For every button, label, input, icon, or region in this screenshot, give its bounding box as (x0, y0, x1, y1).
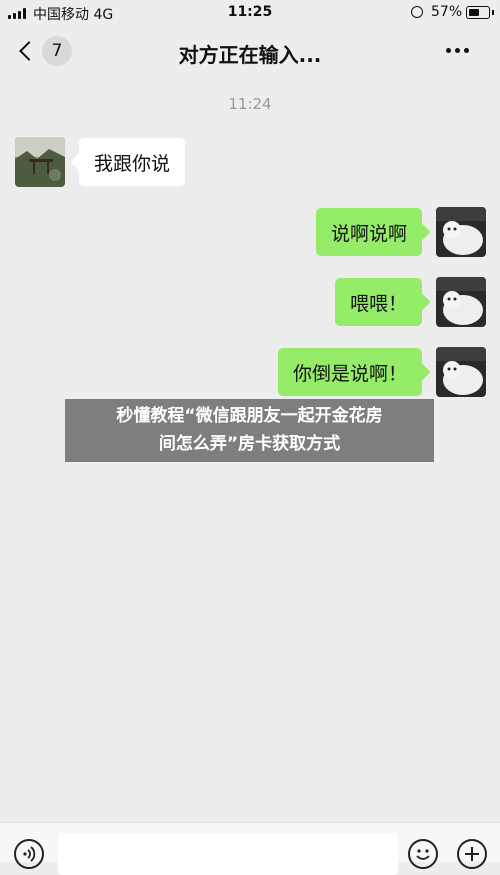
chat-header: 7 对方正在输入... (0, 27, 500, 77)
message-bubble-outgoing[interactable]: 喂喂！ (334, 278, 422, 326)
status-time: 11:25 (227, 4, 273, 20)
message-input[interactable] (58, 833, 398, 875)
caption-line-1: 秒懂教程“微信跟朋友一起开金花房 (116, 406, 383, 426)
message-text: 你倒是说啊！ (292, 362, 407, 385)
voice-button[interactable] (14, 839, 44, 869)
caption-line-2: 间怎么弄”房卡获取方式 (158, 434, 341, 454)
message-bubble-incoming[interactable]: 我跟你说 (79, 138, 186, 186)
emoji-button[interactable] (408, 839, 438, 869)
plus-button[interactable] (457, 839, 487, 869)
battery-icon (466, 6, 494, 19)
message-bubble-outgoing[interactable]: 你倒是说啊！ (277, 348, 422, 396)
battery-percent: 57% (431, 4, 463, 20)
contact-avatar[interactable] (15, 137, 65, 187)
more-dots-icon (446, 48, 451, 53)
message-text: 说啊说啊 (330, 222, 407, 245)
more-button[interactable] (446, 48, 469, 53)
message-bubble-outgoing[interactable]: 说啊说啊 (315, 208, 422, 256)
emoji-icon (416, 849, 430, 860)
overlay-caption: 秒懂教程“微信跟朋友一起开金花房 间怎么弄”房卡获取方式 (65, 399, 434, 462)
my-avatar[interactable] (436, 277, 486, 327)
message-text: 我跟你说 (94, 152, 171, 175)
message-text: 喂喂！ (349, 292, 407, 315)
input-bar (0, 822, 500, 875)
chat-title: 对方正在输入... (178, 43, 322, 67)
my-avatar[interactable] (436, 347, 486, 397)
my-avatar[interactable] (436, 207, 486, 257)
message-timestamp: 11:24 (228, 95, 272, 113)
rotation-lock-icon (411, 6, 423, 18)
voice-icon (23, 846, 36, 862)
plus-icon (465, 847, 479, 861)
status-bar: 中国移动 4G 11:25 57% (0, 0, 500, 26)
